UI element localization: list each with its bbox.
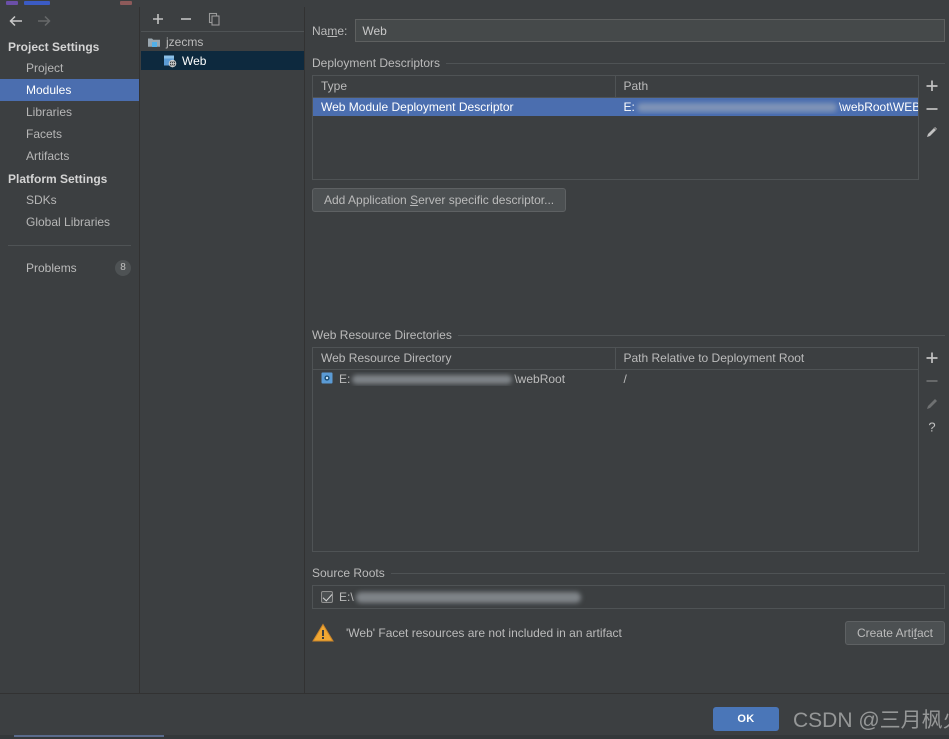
source-root-checkbox[interactable] <box>321 591 333 603</box>
web-resource-path-suffix: \webRoot <box>514 372 565 386</box>
section-divider-line <box>446 63 945 64</box>
problems-count-badge: 8 <box>115 260 131 276</box>
tree-node-project-label: jzecms <box>166 35 203 49</box>
column-header-path[interactable]: Path <box>616 76 919 97</box>
deployment-descriptors-actions <box>919 75 945 180</box>
warning-triangle-icon <box>312 623 334 643</box>
sidebar-item-artifacts[interactable]: Artifacts <box>0 145 139 167</box>
descriptor-path-suffix: \webRoot\WEB-INF\ <box>839 100 918 114</box>
sidebar-divider <box>8 245 131 246</box>
module-name-input[interactable] <box>355 19 945 42</box>
forward-arrow-icon[interactable] <box>36 13 52 29</box>
add-descriptor-button[interactable] <box>924 78 940 94</box>
web-resource-table-header: Web Resource Directory Path Relative to … <box>313 348 918 370</box>
section-divider-line <box>458 335 945 336</box>
deployment-descriptors-header: Deployment Descriptors <box>312 56 945 70</box>
web-resource-directories-section: Web Resource Directories Web Resource Di… <box>306 328 949 552</box>
copy-module-button[interactable] <box>207 12 221 26</box>
csdn-watermark: CSDN @三月枫火 <box>793 704 949 734</box>
source-root-path-prefix: E:\ <box>339 590 354 604</box>
deployment-descriptors-table-header: Type Path <box>313 76 918 98</box>
project-structure-dialog: Project Settings Project Modules Librari… <box>0 0 949 739</box>
remove-descriptor-button[interactable] <box>924 101 940 117</box>
sidebar-item-problems[interactable]: Problems 8 <box>0 256 139 280</box>
sidebar-item-global-libraries[interactable]: Global Libraries <box>0 211 139 233</box>
edit-descriptor-button[interactable] <box>924 124 940 140</box>
table-row[interactable]: E: \webRoot / <box>313 370 918 388</box>
descriptor-path-cell: E: \webRoot\WEB-INF\ <box>616 100 919 114</box>
settings-sidebar: Project Settings Project Modules Librari… <box>0 7 140 693</box>
section-divider-line <box>391 573 945 574</box>
web-dir-icon <box>321 372 335 386</box>
add-module-button[interactable] <box>151 12 165 26</box>
remove-module-button[interactable] <box>179 12 193 26</box>
module-settings-panel: Name: Deployment Descriptors Type Path W… <box>306 7 949 693</box>
add-application-server-descriptor-button[interactable]: Add Application Server specific descript… <box>312 188 566 212</box>
web-resource-table-wrap: Web Resource Directory Path Relative to … <box>312 347 945 552</box>
back-arrow-icon[interactable] <box>8 13 24 29</box>
module-tree-toolbar <box>141 7 304 31</box>
facet-warning-message: 'Web' Facet resources are not included i… <box>346 626 845 640</box>
sidebar-item-libraries[interactable]: Libraries <box>0 101 139 123</box>
edit-web-resource-button[interactable] <box>924 396 940 412</box>
descriptor-type-cell: Web Module Deployment Descriptor <box>313 100 616 114</box>
module-tree-panel: jzecms Web <box>141 7 305 693</box>
path-redaction-bar <box>352 375 512 384</box>
column-header-type[interactable]: Type <box>313 76 616 97</box>
window-bottom-strip <box>0 735 949 739</box>
web-resource-path-prefix: E: <box>339 372 350 386</box>
web-resource-directory-cell: E: \webRoot <box>313 372 616 386</box>
source-roots-section: Source Roots E:\ <box>306 566 949 609</box>
folder-icon <box>147 35 161 49</box>
redacted-path: E:\ <box>339 590 583 604</box>
deployment-descriptors-section: Deployment Descriptors Type Path Web Mod… <box>306 56 949 212</box>
window-title-strip <box>0 0 949 7</box>
redacted-path: E: \webRoot\WEB-INF\ <box>624 100 919 114</box>
column-header-path-relative[interactable]: Path Relative to Deployment Root <box>616 348 919 369</box>
create-artifact-button[interactable]: Create Artifact <box>845 621 945 645</box>
module-tree: jzecms Web <box>141 31 304 693</box>
module-name-row: Name: <box>306 7 949 42</box>
remove-web-resource-button[interactable] <box>924 373 940 389</box>
sidebar-navigation-bar <box>0 7 139 35</box>
web-resource-help-button[interactable]: ? <box>924 419 940 435</box>
source-roots-header: Source Roots <box>312 566 945 580</box>
svg-text:?: ? <box>928 420 935 435</box>
ok-button[interactable]: OK <box>713 707 779 731</box>
module-name-label: Name: <box>312 24 347 38</box>
sidebar-group-project-settings: Project Settings <box>0 37 139 57</box>
source-roots-title: Source Roots <box>312 566 385 580</box>
add-web-resource-button[interactable] <box>924 350 940 366</box>
path-redaction-bar <box>637 103 837 112</box>
sidebar-item-sdks[interactable]: SDKs <box>0 189 139 211</box>
tree-node-web-facet-label: Web <box>182 54 206 68</box>
redacted-path: E: \webRoot <box>339 372 565 386</box>
sidebar-item-modules[interactable]: Modules <box>0 79 139 101</box>
web-facet-icon <box>163 54 177 68</box>
sidebar-item-problems-label: Problems <box>26 261 77 275</box>
tree-node-web-facet[interactable]: Web <box>141 51 304 70</box>
web-resource-directories-title: Web Resource Directories <box>312 328 452 342</box>
deployment-descriptors-table: Type Path Web Module Deployment Descript… <box>312 75 919 180</box>
web-resource-directories-header: Web Resource Directories <box>312 328 945 342</box>
source-roots-list: E:\ <box>312 585 945 609</box>
facet-warning-row: 'Web' Facet resources are not included i… <box>306 621 949 645</box>
tree-node-project[interactable]: jzecms <box>141 32 304 51</box>
web-resource-relative-path-cell: / <box>616 372 919 386</box>
web-resource-table: Web Resource Directory Path Relative to … <box>312 347 919 552</box>
web-resource-actions: ? <box>919 347 945 552</box>
table-row[interactable]: Web Module Deployment Descriptor E: \web… <box>313 98 918 116</box>
path-redaction-bar <box>356 592 581 603</box>
sidebar-group-platform-settings: Platform Settings <box>0 169 139 189</box>
column-header-web-resource-directory[interactable]: Web Resource Directory <box>313 348 616 369</box>
descriptor-path-prefix: E: <box>624 100 635 114</box>
sidebar-item-facets[interactable]: Facets <box>0 123 139 145</box>
deployment-descriptors-title: Deployment Descriptors <box>312 56 440 70</box>
deployment-descriptors-table-wrap: Type Path Web Module Deployment Descript… <box>312 75 945 180</box>
sidebar-item-project[interactable]: Project <box>0 57 139 79</box>
